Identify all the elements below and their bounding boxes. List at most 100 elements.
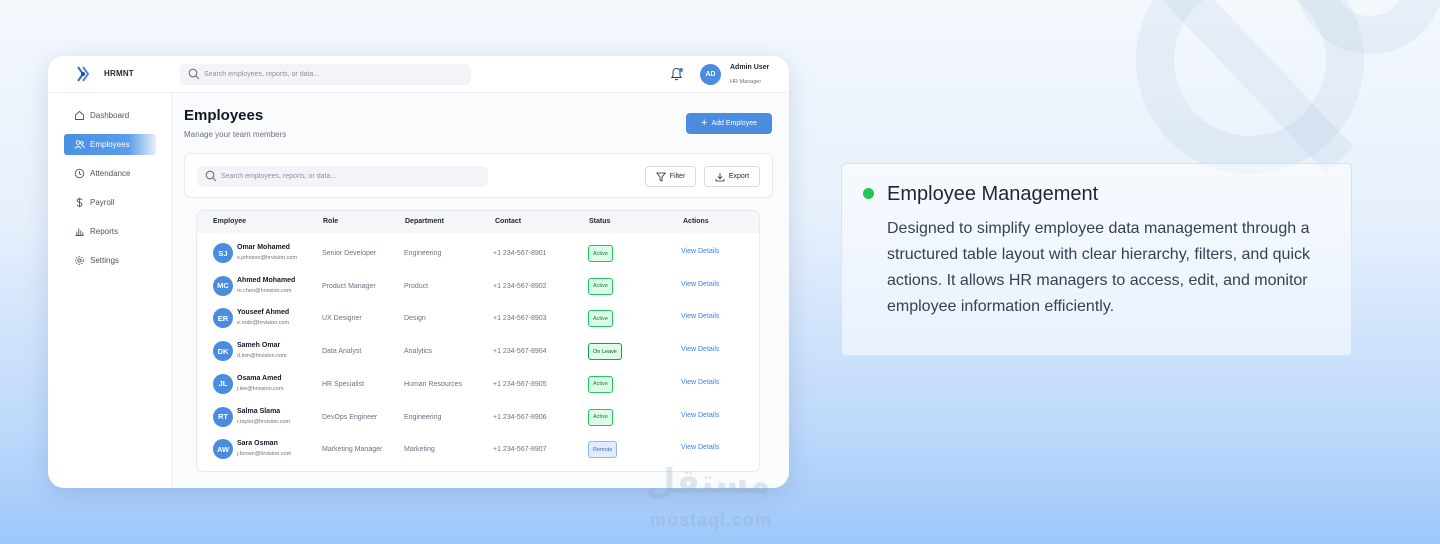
feature-description: Designed to simplify employee data manag…: [887, 220, 1311, 315]
search-icon: [188, 68, 200, 80]
logo-icon: [77, 66, 90, 82]
employee-email: s.johnson@hrvision.com: [237, 255, 297, 261]
page-title: Employees: [184, 107, 264, 124]
employee-contact: +1 234-567-8905: [493, 380, 547, 388]
sidebar-item-reports[interactable]: Reports: [64, 221, 156, 242]
sidebar-item-settings[interactable]: Settings: [64, 250, 156, 271]
sidebar-item-payroll[interactable]: Payroll: [64, 192, 156, 213]
employee-name: Sara Osman: [237, 440, 278, 448]
employee-contact: +1 234-567-8902: [493, 282, 547, 290]
column-header[interactable]: Department: [405, 218, 444, 225]
watermark-latin: mostaql.com: [650, 510, 773, 530]
status-badge: Active: [588, 408, 613, 426]
employee-role: Data Analyst: [322, 348, 362, 356]
avatar: AW: [213, 439, 233, 460]
employee-role: Senior Developer: [322, 250, 377, 257]
view-details-link[interactable]: View Details: [681, 281, 719, 288]
employee-name: Sameh Omar: [237, 342, 281, 350]
user-avatar[interactable]: AD: [700, 64, 721, 85]
employee-name: Ahmed Mohamed: [237, 276, 296, 284]
employee-email: r.taylor@hrvision.com: [237, 418, 290, 425]
app-window: HRMNT AD Admin User HR Manager Dashboard…: [48, 56, 789, 488]
top-bar: HRMNT AD Admin User HR Manager: [48, 56, 789, 93]
employee-contact: +1 234-567-8903: [493, 315, 547, 323]
avatar: DK: [213, 341, 233, 362]
employee-search[interactable]: [197, 166, 488, 187]
filter-label: Filter: [669, 173, 686, 180]
status-badge: Remote: [588, 441, 618, 459]
employee-name: Omar Mohamed: [237, 244, 290, 251]
table-row: JL Osama Amed j.lee@hrvision.com HR Special…: [197, 369, 759, 401]
employee-email: d.kim@hrvision.com: [237, 353, 287, 360]
employee-name: Youseef Ahmed: [237, 309, 290, 317]
column-header[interactable]: Status: [589, 218, 610, 225]
sidebar-item-label: Payroll: [90, 198, 115, 207]
employee-role: HR Specialist: [322, 380, 365, 388]
status-badge: Active: [588, 375, 613, 393]
sidebar-item-label: Reports: [90, 227, 119, 236]
employee-email: j.lee@hrvision.com: [237, 385, 284, 392]
employee-department: Marketing: [404, 446, 435, 454]
view-details-link[interactable]: View Details: [681, 248, 719, 255]
clock-icon: [74, 168, 85, 179]
global-search-input[interactable]: [204, 64, 464, 85]
employee-email: e.rodri@hrvision.com: [237, 320, 290, 327]
view-details-link[interactable]: View Details: [681, 313, 719, 320]
export-label: Export: [728, 173, 750, 180]
column-header[interactable]: Actions: [683, 218, 709, 225]
status-badge: Active: [588, 277, 613, 295]
sidebar-item-dashboard[interactable]: Dashboard: [64, 105, 156, 126]
employee-role: Product Manager: [322, 282, 376, 290]
filter-icon: [655, 172, 666, 182]
avatar: MC: [213, 275, 233, 296]
employee-role: DevOps Engineer: [322, 413, 378, 421]
employee-search-input[interactable]: [221, 166, 481, 187]
status-badge: Active: [588, 245, 613, 262]
sidebar-item-employees[interactable]: Employees: [64, 134, 156, 155]
employee-department: Human Resources: [404, 380, 462, 388]
employee-contact: +1 234-567-8901: [493, 250, 547, 257]
avatar: ER: [213, 308, 233, 329]
notification-dot: [679, 68, 683, 72]
employee-contact: +1 234-567-8907: [493, 446, 547, 454]
global-search[interactable]: [180, 64, 471, 85]
filter-button[interactable]: Filter: [645, 166, 696, 187]
sidebar-item-label: Attendance: [90, 169, 131, 178]
add-employee-label: Add Employee: [711, 120, 757, 127]
employee-name: Salma Slama: [237, 407, 281, 415]
avatar: RT: [213, 406, 233, 427]
table-header: Employee Role Department Contact Status …: [197, 211, 759, 233]
avatar: SJ: [213, 243, 233, 263]
status-badge: On Leave: [588, 343, 622, 361]
view-details-link[interactable]: View Details: [681, 346, 719, 353]
column-header[interactable]: Role: [323, 218, 338, 225]
employee-department: Engineering: [404, 413, 442, 421]
table-row: RT Salma Slama r.taylor@hrvision.com DevOps…: [197, 402, 759, 434]
employee-name: Osama Amed: [237, 374, 282, 382]
watermark-arabic: مستقل: [646, 462, 771, 502]
sidebar-item-attendance[interactable]: Attendance: [64, 163, 156, 184]
view-details-link[interactable]: View Details: [681, 444, 719, 451]
sidebar-item-label: Employees: [90, 140, 130, 149]
employee-contact: +1 234-567-8906: [493, 413, 547, 421]
column-header[interactable]: Employee: [213, 218, 246, 225]
dollar-icon: [76, 197, 83, 208]
view-details-link[interactable]: View Details: [681, 412, 719, 419]
table-row: ER Youseef Ahmed e.rodri@hrvision.com UX De…: [197, 303, 759, 335]
table-row: DK Sameh Omar d.kim@hrvision.com Data Analy…: [197, 336, 759, 368]
user-role: HR Manager: [730, 79, 762, 85]
search-icon: [205, 170, 217, 182]
plus-icon: +: [701, 117, 708, 129]
export-button[interactable]: Export: [704, 166, 760, 187]
column-header[interactable]: Contact: [495, 218, 521, 225]
main-content: Employees Manage your team members + Add…: [172, 93, 789, 488]
brand-name: HRMNT: [104, 69, 134, 78]
filter-bar: Filter Export: [184, 153, 773, 198]
bar-chart-icon: [75, 228, 84, 236]
employee-email: m.chen@hrvision.com: [237, 287, 292, 294]
employee-email: j.brown@hrvision.com: [237, 451, 292, 458]
add-employee-button[interactable]: + Add Employee: [686, 113, 772, 134]
view-details-link[interactable]: View Details: [681, 379, 719, 386]
sidebar: Dashboard Employees Attendance Payroll R…: [48, 93, 172, 488]
employee-department: Design: [404, 315, 426, 323]
